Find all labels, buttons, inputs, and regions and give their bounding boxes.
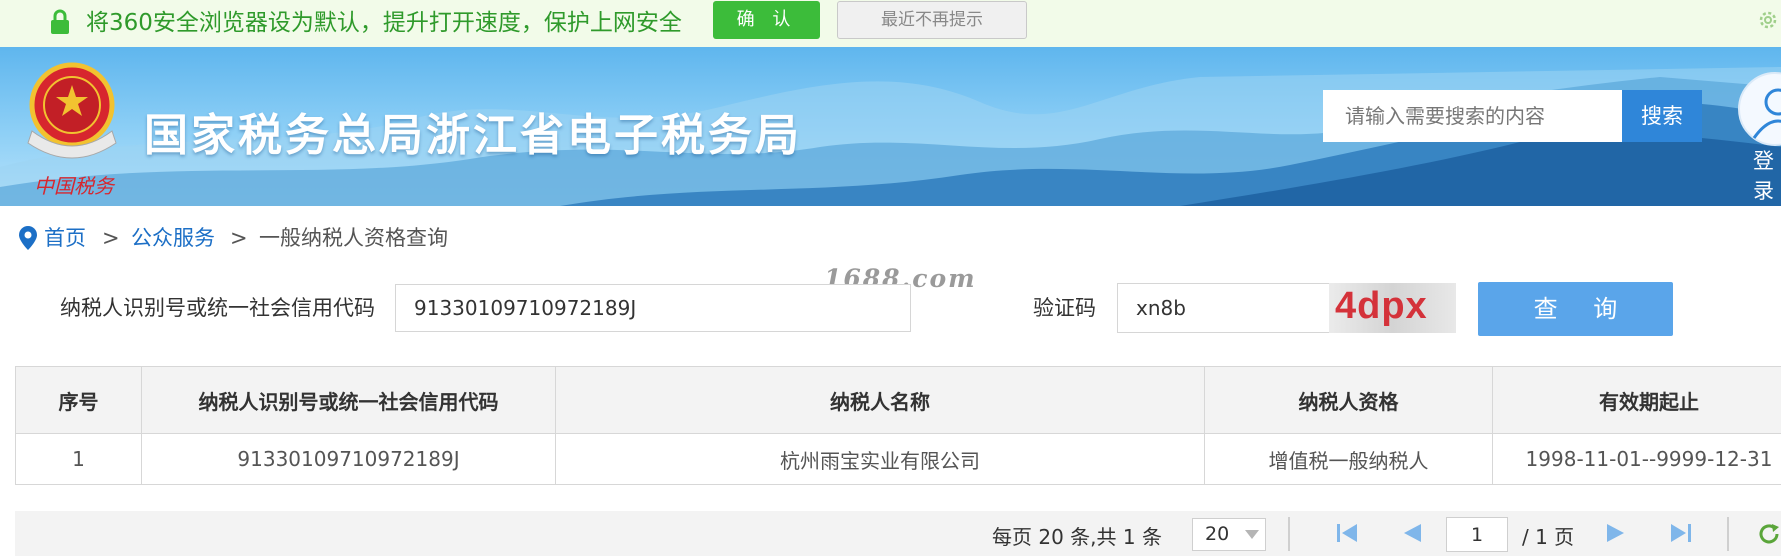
breadcrumb-home-link[interactable]: 首页 [44,224,86,252]
table-cell-validity: 1998-11-01--9999-12-31 [1492,433,1781,485]
table-cell-index: 1 [15,433,142,485]
query-button[interactable]: 查 询 [1478,282,1673,336]
previous-page-icon[interactable] [1401,522,1423,544]
page-size-select[interactable]: 20 [1192,518,1266,551]
confirm-default-button[interactable]: 确 认 [713,1,820,39]
site-search-input[interactable] [1323,90,1622,142]
column-header: 纳税人资格 [1204,366,1493,434]
taxpayer-id-label: 纳税人识别号或统一社会信用代码 [60,296,375,320]
browser-notice-bar: 将360安全浏览器设为默认，提升打开速度，保护上网安全 确 认 最近不再提示 [0,0,1781,48]
table-cell-taxpayer-id: 91330109710972189J [141,433,556,485]
captcha-image-text: 4dpx [1335,285,1428,327]
column-header: 有效期起止 [1492,366,1781,434]
national-emblem-logo: 中国税务 [27,62,117,198]
chevron-down-icon [1245,530,1259,539]
captcha-image[interactable]: 4dpx [1329,283,1456,333]
captcha-label: 验证码 [1033,296,1096,320]
location-pin-icon [19,226,37,250]
column-header: 纳税人名称 [555,366,1205,434]
column-header: 纳税人识别号或统一社会信用代码 [141,366,556,434]
breadcrumb-section-link[interactable]: 公众服务 [131,224,215,252]
site-search-button[interactable]: 搜索 [1622,90,1702,142]
user-avatar[interactable] [1738,72,1781,146]
table-row: 1 91330109710972189J 杭州雨宝实业有限公司 增值税一般纳税人… [15,433,1781,485]
lock-icon [51,9,69,34]
dismiss-notice-button[interactable]: 最近不再提示 [837,1,1027,39]
table-cell-qualification: 增值税一般纳税人 [1204,433,1493,485]
breadcrumb-separator: > [230,226,248,250]
site-title: 国家税务总局浙江省电子税务局 [144,110,802,161]
site-header: 中国税务 国家税务总局浙江省电子税务局 搜索 登录 [0,47,1781,206]
pager-divider [1288,517,1290,551]
current-page-input[interactable] [1446,517,1508,552]
table-header-row: 序号 纳税人识别号或统一社会信用代码 纳税人名称 纳税人资格 有效期起止 [15,366,1781,434]
breadcrumb-current: 一般纳税人资格查询 [259,226,448,250]
table-cell-taxpayer-name: 杭州雨宝实业有限公司 [555,433,1205,485]
page-size-value: 20 [1205,523,1230,545]
pagination-bar: 每页 20 条,共 1 条 20 / 1 页 [15,511,1781,556]
next-page-icon[interactable] [1605,522,1627,544]
last-page-icon[interactable] [1669,522,1693,544]
total-pages: / 1 页 [1522,525,1575,549]
breadcrumb-separator: > [102,226,120,250]
svg-text:中国税务: 中国税务 [34,174,116,198]
notice-message: 将360安全浏览器设为默认，提升打开速度，保护上网安全 [86,10,682,36]
user-icon [1752,88,1781,139]
captcha-input[interactable] [1117,283,1330,333]
login-link[interactable]: 登录 [1753,145,1781,205]
pager-divider [1727,517,1729,551]
refresh-icon[interactable] [1757,522,1781,546]
first-page-icon[interactable] [1335,522,1359,544]
results-table: 序号 纳税人识别号或统一社会信用代码 纳税人名称 纳税人资格 有效期起止 1 9… [15,366,1781,485]
page-size-info: 每页 20 条,共 1 条 [992,525,1162,549]
gear-icon[interactable] [1756,8,1780,32]
taxpayer-id-input[interactable] [395,284,911,332]
column-header: 序号 [15,366,142,434]
